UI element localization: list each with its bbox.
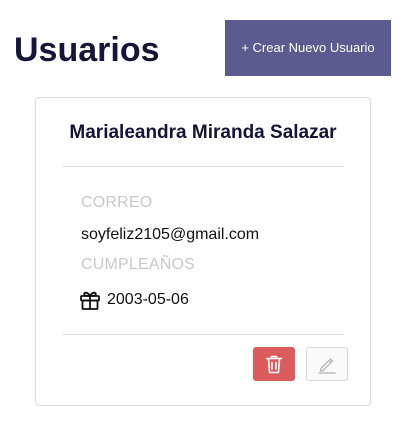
- trash-icon: [265, 354, 283, 374]
- card-divider-bottom: [63, 334, 344, 335]
- page-title: Usuarios: [14, 31, 160, 69]
- card-divider-top: [63, 166, 344, 167]
- birthday-value: 2003-05-06: [107, 291, 189, 308]
- birthday-label: CUMPLEAÑOS: [81, 256, 196, 273]
- user-name: Marialeandra Miranda Salazar: [69, 122, 337, 143]
- create-user-button[interactable]: + Crear Nuevo Usuario: [225, 20, 391, 76]
- birthday-row: 2003-05-06: [79, 288, 189, 312]
- edit-user-button[interactable]: [306, 347, 348, 381]
- gift-icon: [79, 289, 101, 311]
- user-card: Marialeandra Miranda Salazar CORREO soyf…: [35, 97, 371, 406]
- email-value: soyfeliz2105@gmail.com: [81, 226, 260, 243]
- delete-user-button[interactable]: [253, 347, 295, 381]
- email-label: CORREO: [81, 194, 153, 211]
- pencil-icon: [317, 354, 337, 374]
